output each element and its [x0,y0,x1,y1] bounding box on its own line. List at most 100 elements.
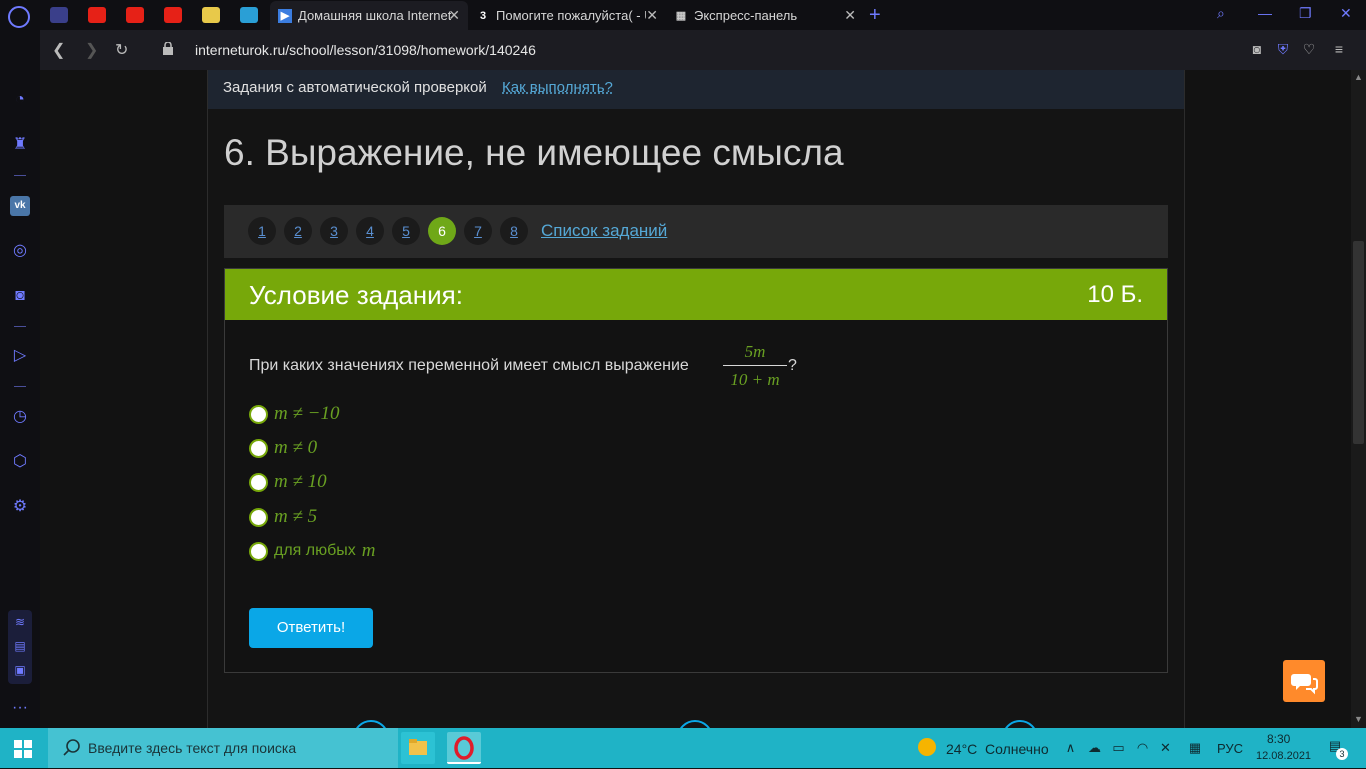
fraction-denominator: 10 + m [730,370,780,389]
pinned-tab-app[interactable] [202,7,220,23]
pager-item-8[interactable]: 8 [500,217,528,245]
close-window-button[interactable]: ✕ [1340,5,1352,22]
bag-icon[interactable]: ♜ [10,135,30,155]
option-label: m ≠ 5 [274,506,318,527]
history-icon[interactable]: ◷ [10,407,30,427]
opera-menu-icon[interactable] [8,6,30,28]
pager-item-6[interactable]: 6 [428,217,456,245]
windows-start-icon[interactable] [14,740,32,758]
discord-icon[interactable]: ◙ [10,286,30,306]
reload-icon[interactable]: ↻ [115,40,128,60]
chevron-up-icon[interactable]: ∧ [1063,741,1078,754]
nav-circle[interactable] [677,720,713,728]
nav-circle[interactable] [353,720,389,728]
option-variable: m [361,540,376,561]
option-2[interactable]: m ≠ 0 [249,437,317,459]
radio-button[interactable] [249,507,268,527]
volume-icon[interactable]: ✕ [1158,741,1173,754]
option-1[interactable]: m ≠ −10 [249,403,339,425]
close-icon[interactable]: ✕ [844,7,856,24]
back-icon[interactable]: ❮ [52,40,65,60]
instagram-icon[interactable]: ◎ [10,241,30,261]
cube-icon[interactable]: ⬡ [10,452,30,472]
fraction-numerator: 5m [744,342,766,361]
cloud-icon[interactable]: ☁ [1087,741,1102,754]
camera-icon[interactable]: ◙ [1249,41,1265,57]
pinned-tab-discord[interactable] [50,7,68,23]
radio-button[interactable] [249,472,268,492]
keyboard-icon[interactable]: ▦ [1183,741,1207,754]
taskbar-search[interactable]: Введите здесь текст для поиска [48,728,398,768]
option-3[interactable]: m ≠ 10 [249,471,327,493]
option-label: m ≠ 10 [274,471,327,492]
network-device-icon[interactable]: ▭ [1111,741,1126,754]
radio-button[interactable] [249,438,268,458]
pager-item-1[interactable]: 1 [248,217,276,245]
shield-icon[interactable]: ⛨ [1275,41,1291,57]
memory-icon[interactable]: ▤ [10,636,30,656]
option-label: для любых [274,542,356,559]
page-viewport: Задания с автоматической проверкой Как в… [40,70,1351,728]
wifi-icon[interactable]: ≋ [10,612,30,632]
weather-temp[interactable]: 24°C [946,741,977,757]
forward-icon[interactable]: ❯ [85,40,98,60]
new-tab-button[interactable]: + [869,4,881,27]
radio-button[interactable] [249,404,268,424]
option-4[interactable]: m ≠ 5 [249,506,317,528]
tab-express-panel[interactable]: ▦ Экспресс-панель ✕ [666,1,864,30]
pinned-tab-k[interactable] [240,7,258,23]
search-placeholder: Введите здесь текст для поиска [88,740,297,756]
windows-taskbar: Введите здесь текст для поиска 24°C Солн… [0,728,1366,768]
task-header-title: Условие задания: [249,280,463,310]
language-indicator[interactable]: РУС [1217,741,1243,756]
player-icon[interactable]: ▷ [10,346,30,366]
scroll-thumb[interactable] [1353,241,1364,444]
vk-icon[interactable]: vk [10,196,30,216]
close-icon[interactable]: ✕ [646,7,658,24]
auto-check-bar: Задания с автоматической проверкой Как в… [208,70,1184,109]
url-field[interactable]: interneturok.ru/school/lesson/31098/home… [195,42,536,58]
cpu-icon[interactable]: ▣ [10,660,30,680]
how-to-link[interactable]: Как выполнять? [502,79,613,96]
address-bar: ❮ ❯ ↻ interneturok.ru/school/lesson/3109… [40,30,1366,70]
search-tabs-icon[interactable]: ⌕ [1217,5,1225,22]
chat-button[interactable] [1283,660,1325,702]
tab-interneturok[interactable]: ▶ Домашняя школа Internet ✕ [270,1,468,30]
pager-item-3[interactable]: 3 [320,217,348,245]
easy-setup-icon[interactable]: ≡ [1331,41,1347,57]
pinned-tab-youtube-3[interactable] [164,7,182,23]
scroll-up-icon[interactable]: ▲ [1352,72,1365,84]
option-5[interactable]: для любых m [249,540,376,562]
answer-button[interactable]: Ответить! [249,608,373,648]
restore-button[interactable]: ❐ [1299,5,1312,22]
clock-date[interactable]: 12.08.2021 [1256,750,1311,762]
pinned-tab-youtube-2[interactable] [126,7,144,23]
settings-icon[interactable]: ⚙ [10,497,30,517]
opera-taskbar-icon[interactable] [447,732,481,764]
radio-button[interactable] [249,541,268,561]
grid-icon: ▦ [675,10,687,22]
tab-znanija[interactable]: 3 Помогите пожалуйста( - U ✕ [468,1,666,30]
lesson-content: Задания с автоматической проверкой Как в… [207,70,1185,728]
pager-item-5[interactable]: 5 [392,217,420,245]
clock-time[interactable]: 8:30 [1267,732,1290,746]
pinned-tab-youtube-1[interactable] [88,7,106,23]
file-explorer-icon[interactable] [401,732,435,764]
heart-icon[interactable]: ♡ [1301,41,1317,57]
speed-dial-icon[interactable]: ◔ [10,90,30,110]
pager-item-7[interactable]: 7 [464,217,492,245]
scroll-down-icon[interactable]: ▼ [1352,714,1365,726]
weather-desc[interactable]: Солнечно [985,741,1049,757]
minimize-button[interactable]: — [1258,5,1272,21]
close-icon[interactable]: ✕ [448,7,460,24]
expression-fraction: 5m 10 + m [723,342,787,390]
sidebar: ◔ ♜ vk ◎ ◙ ▷ ◷ ⬡ ⚙ ≋ ▤ ▣ ··· [0,30,40,728]
pager-item-4[interactable]: 4 [356,217,384,245]
pager-item-2[interactable]: 2 [284,217,312,245]
nav-circle[interactable] [1002,720,1038,728]
sun-icon[interactable] [918,738,936,756]
wifi-icon[interactable]: ◠ [1135,741,1150,754]
task-list-link[interactable]: Список заданий [541,221,667,241]
more-icon[interactable]: ··· [10,698,30,718]
tab-bar: ▶ Домашняя школа Internet ✕ 3 Помогите п… [0,0,1366,30]
